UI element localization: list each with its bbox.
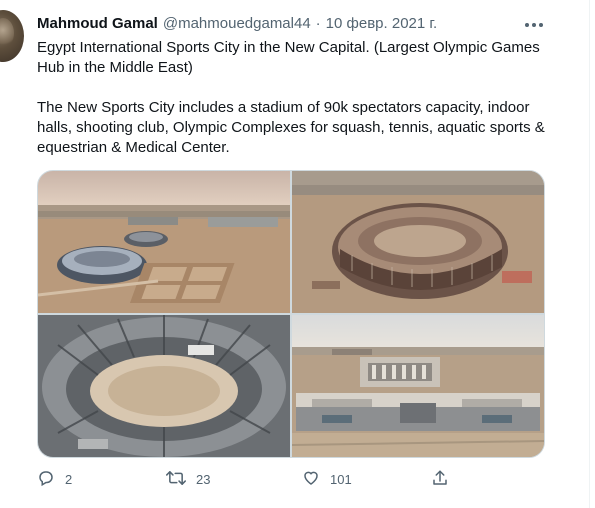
aerial-photo-stadium-construction[interactable] — [292, 171, 544, 313]
author-handle[interactable]: @mahmouedgamal44 — [163, 15, 311, 32]
more-icon[interactable] — [523, 14, 545, 36]
reply-button[interactable]: 2 — [37, 468, 72, 490]
tweet-header: Mahmoud Gamal @mahmouedgamal44 · 10 февр… — [37, 13, 437, 33]
tweet-text-paragraph: Egypt International Sports City in the N… — [37, 39, 540, 76]
aerial-photo-indoor-halls[interactable] — [292, 315, 544, 457]
reply-count: 2 — [65, 471, 73, 487]
like-count: 101 — [330, 471, 352, 487]
avatar[interactable] — [0, 10, 24, 62]
tweet-date[interactable]: 10 февр. 2021 г. — [326, 15, 438, 32]
heart-icon — [302, 469, 320, 490]
retweet-count: 23 — [196, 471, 211, 487]
tweet-actions: 2 23 101 — [0, 468, 590, 490]
header-separator: · — [315, 14, 321, 32]
retweet-icon — [166, 469, 186, 490]
like-button[interactable]: 101 — [302, 468, 352, 490]
share-button[interactable] — [431, 468, 449, 490]
aerial-photo-sports-city[interactable] — [38, 171, 290, 313]
share-icon — [431, 469, 449, 490]
reply-icon — [37, 469, 55, 490]
retweet-button[interactable]: 23 — [166, 468, 210, 490]
timeline-divider — [589, 0, 590, 508]
author-name[interactable]: Mahmoud Gamal — [37, 15, 158, 32]
tweet-text: Egypt International Sports City in the N… — [37, 38, 557, 158]
tweet-text-paragraph: The New Sports City includes a stadium o… — [37, 99, 545, 156]
aerial-photo-stadium-interior[interactable] — [38, 315, 290, 457]
media-grid — [37, 170, 545, 458]
